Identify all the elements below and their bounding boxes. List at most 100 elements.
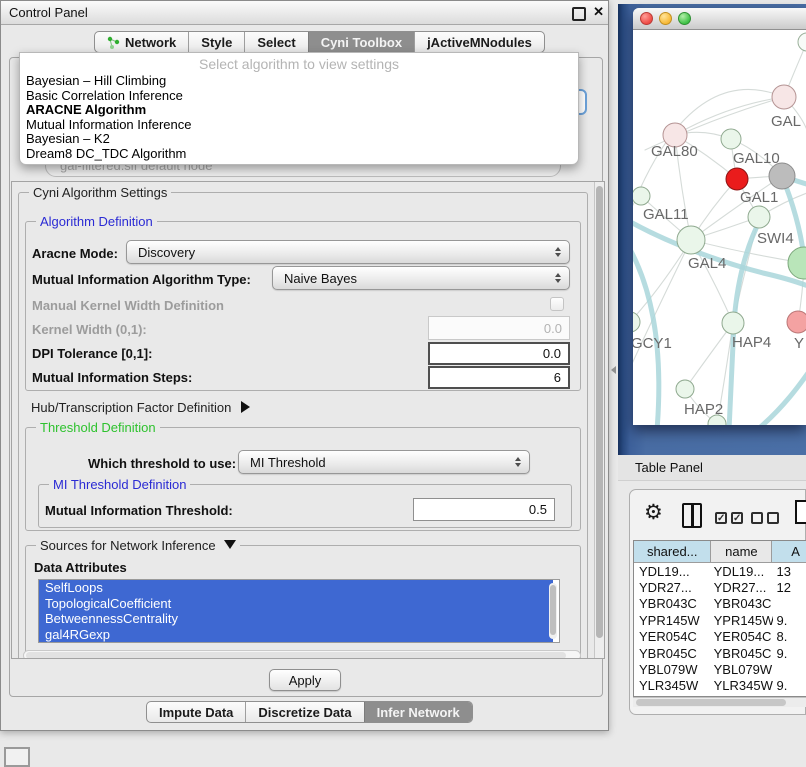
expand-right-icon[interactable] [241,401,250,413]
hub-definition-expander[interactable]: Hub/Transcription Factor Definition [31,400,250,415]
algorithm-option-bayesian-hill-climbing[interactable]: Bayesian – Hill Climbing [24,74,574,89]
algorithm-option-dream8-dc-tdc-algorithm[interactable]: Dream8 DC_TDC Algorithm [24,147,574,162]
table-cell: YBR043C [712,596,773,611]
table-row[interactable]: YDL19...YDL19...13 [634,563,806,579]
manual-kernel-checkbox[interactable] [550,297,564,311]
settings-scrollbar[interactable] [594,182,604,658]
table-row[interactable]: YBR043CYBR043C [634,596,806,612]
tab-cyni-toolbox[interactable]: Cyni Toolbox [308,32,414,52]
tab-style[interactable]: Style [188,32,244,52]
table-row[interactable]: YBR045CYBR045C9. [634,645,806,661]
table-row[interactable]: YBL079WYBL079W [634,661,806,677]
select-all-icon[interactable]: ✓✓ [715,512,743,524]
collapse-down-icon[interactable] [224,540,236,549]
table-header-row: shared...nameA [634,541,806,563]
columns-icon[interactable] [682,503,702,528]
float-window-icon[interactable] [572,7,586,21]
tab-impute-data[interactable]: Impute Data [147,702,245,722]
export-table-icon[interactable] [795,500,806,524]
attribute-item-betweennesscentrality[interactable]: BetweennessCentrality [39,611,553,627]
algorithm-option-aracne-algorithm[interactable]: ARACNE Algorithm [24,103,574,118]
table-row[interactable]: YPR145WYPR145W9. [634,612,806,628]
network-window-titlebar[interactable] [633,8,806,30]
minimized-panel-icon[interactable] [4,747,30,767]
kernel-width-field[interactable]: 0.0 [428,316,570,340]
node-label-gal1: GAL1 [740,189,778,206]
aracne-mode-value: Discovery [138,245,195,260]
deselect-all-icon[interactable] [751,512,779,524]
bottom-tabbar: Impute DataDiscretize DataInfer Network [146,701,473,723]
tab-infer-network[interactable]: Infer Network [364,702,472,722]
table-horizontal-scrollbar-thumb[interactable] [636,699,786,706]
tab-jactivemnodules[interactable]: jActiveMNodules [414,32,544,52]
network-node-gal[interactable] [772,85,796,109]
column-header-a[interactable]: A [772,541,806,562]
aracne-mode-label: Aracne Mode: [32,246,118,261]
mi-steps-field[interactable]: 6 [428,366,570,389]
network-node-hap4[interactable] [722,312,744,334]
network-node-swi4[interactable] [748,206,770,228]
table-row[interactable]: YLR345WYLR345W9. [634,678,806,694]
mi-type-value: Naive Bayes [284,271,357,286]
algorithm-option-basic-correlation-inference[interactable]: Basic Correlation Inference [24,89,574,104]
threshold-definition-title: Threshold Definition [36,420,160,435]
network-node-gal10[interactable] [721,129,741,149]
network-edge[interactable] [685,323,733,389]
network-edge[interactable] [633,240,691,375]
threshold-definition-group: Threshold Definition Which threshold to … [25,427,581,531]
network-node-gal11[interactable] [633,187,650,205]
apply-button[interactable]: Apply [269,669,341,691]
network-node-y[interactable] [787,311,806,333]
tab-discretize-data[interactable]: Discretize Data [245,702,363,722]
attribute-item-gal4rgexp[interactable]: gal4RGexp [39,627,553,643]
network-edge[interactable] [757,366,806,425]
table-cell: 9. [773,646,806,661]
attribute-item-selfloops[interactable]: SelfLoops [39,580,553,596]
table-panel-titlebar[interactable]: Table Panel [618,455,806,481]
network-node-gal4[interactable] [677,226,705,254]
control-panel-titlebar[interactable]: Control Panel ✕ [1,1,608,25]
table-cell: YBL079W [712,662,773,677]
zoom-light-icon[interactable] [678,12,691,25]
mi-type-combobox[interactable]: Naive Bayes [272,266,570,290]
which-threshold-combobox[interactable]: MI Threshold [238,450,530,474]
attribute-list-scrollbar-thumb[interactable] [550,585,556,635]
gear-icon[interactable]: ⚙ [644,502,663,523]
column-header-name[interactable]: name [711,541,772,562]
mi-threshold-field[interactable]: 0.5 [413,498,555,521]
close-light-icon[interactable] [640,12,653,25]
table-row[interactable]: YER054CYER054C8. [634,629,806,645]
table-row[interactable]: YDR27...YDR27...12 [634,579,806,595]
network-node[interactable] [769,163,795,189]
tab-network[interactable]: Network [95,32,188,52]
settings-scrollbar-thumb[interactable] [596,186,603,638]
tab-select[interactable]: Select [244,32,307,52]
node-label-gcy1: GCY1 [633,335,672,352]
network-node-gal1[interactable] [726,168,748,190]
table-horizontal-scrollbar[interactable] [633,697,806,707]
algorithm-definition-group: Algorithm Definition Aracne Mode: Discov… [25,221,581,391]
network-canvas[interactable]: GALGAL80GAL10GAL1SWI4GAL11GAL4HAP4YGCY1H… [633,30,806,425]
tab-label: Cyni Toolbox [321,35,402,50]
data-attributes-listbox[interactable]: SelfLoopsTopologicalCoefficientBetweenne… [38,579,560,643]
panel-divider-grip[interactable] [611,366,616,374]
algorithm-option-bayesian-k2[interactable]: Bayesian – K2 [24,132,574,147]
settings-horizontal-scrollbar[interactable] [23,650,581,659]
attribute-item-topologicalcoefficient[interactable]: TopologicalCoefficient [39,596,553,612]
algorithm-option-mutual-information-inference[interactable]: Mutual Information Inference [24,118,574,133]
minimize-light-icon[interactable] [659,12,672,25]
close-icon[interactable]: ✕ [593,4,604,20]
network-node-hap2[interactable] [676,380,694,398]
column-header-shared[interactable]: shared... [634,541,711,562]
network-node[interactable] [798,33,806,51]
network-node-gcy1[interactable] [633,312,640,332]
combo-arrows-icon [555,273,561,283]
cyni-settings-viewport: Cyni Algorithm Settings Algorithm Defini… [11,181,605,659]
aracne-mode-combobox[interactable]: Discovery [126,240,570,264]
attribute-list-scrollbar[interactable] [549,583,557,639]
algorithm-list: Bayesian – Hill ClimbingBasic Correlatio… [24,74,574,162]
table-cell: YDR27... [634,580,712,595]
dpi-tolerance-field[interactable]: 0.0 [428,342,570,365]
network-node[interactable] [788,247,806,279]
settings-horizontal-scrollbar-thumb[interactable] [26,652,566,659]
